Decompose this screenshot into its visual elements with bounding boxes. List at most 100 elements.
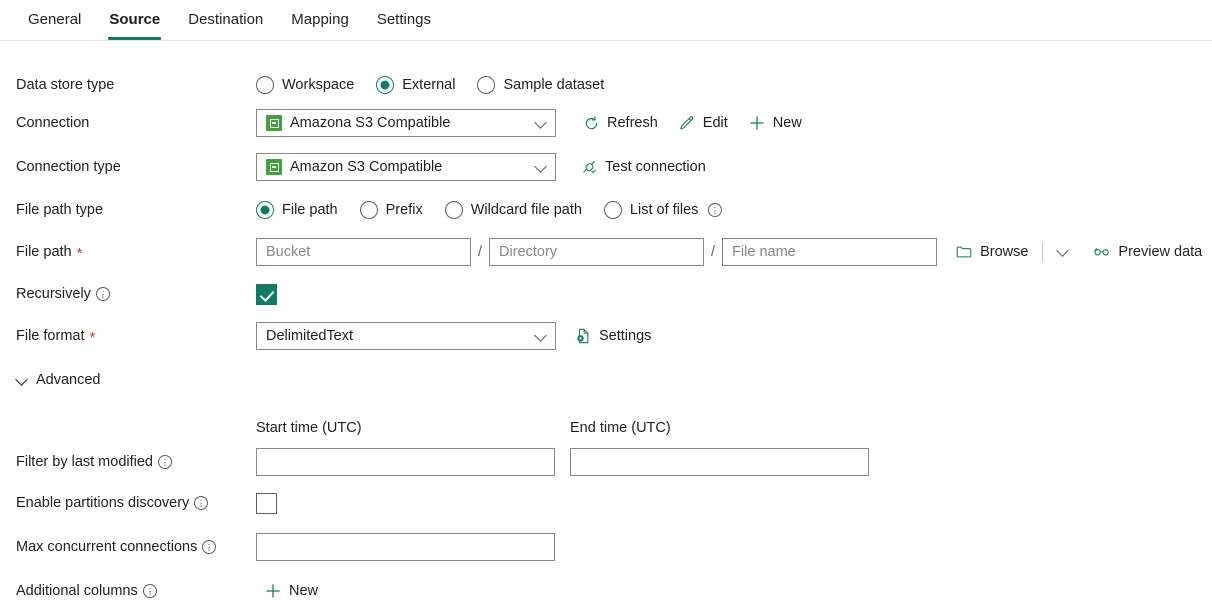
tab-settings[interactable]: Settings — [363, 0, 445, 40]
row-connection: Connection Amazona S3 Compatible Refresh — [0, 101, 1212, 145]
info-icon[interactable] — [708, 203, 722, 217]
radio-file-path-label: File path — [282, 202, 338, 218]
row-file-path: File path * / / Browse — [0, 231, 1212, 273]
radio-workspace[interactable]: Workspace — [256, 76, 354, 94]
pencil-icon — [678, 114, 696, 132]
radio-list-of-files[interactable]: List of files — [604, 201, 723, 219]
advanced-section-toggle[interactable]: Advanced — [0, 365, 1212, 395]
file-path-label: File path * — [0, 242, 256, 262]
file-format-settings-label: Settings — [599, 328, 651, 344]
row-max-concurrent-connections: Max concurrent connections — [0, 525, 1212, 569]
connection-type-label-text: Connection type — [16, 157, 121, 177]
tab-general[interactable]: General — [14, 0, 95, 40]
row-additional-columns: Additional columns New — [0, 569, 1212, 611]
start-time-input[interactable] — [256, 448, 555, 476]
radio-circle-selected-icon — [376, 76, 394, 94]
info-icon[interactable] — [194, 496, 208, 510]
new-connection-label: New — [773, 115, 802, 131]
chevron-down-icon — [535, 161, 547, 173]
connection-type-select[interactable]: Amazon S3 Compatible — [256, 153, 556, 181]
info-icon[interactable] — [202, 540, 216, 554]
max-concurrent-connections-label-text: Max concurrent connections — [16, 537, 197, 557]
directory-input[interactable] — [489, 238, 704, 266]
advanced-label: Advanced — [36, 372, 101, 388]
edit-button[interactable]: Edit — [678, 114, 728, 132]
radio-circle-icon — [256, 76, 274, 94]
radio-wildcard-file-path[interactable]: Wildcard file path — [445, 201, 582, 219]
radio-circle-icon — [604, 201, 622, 219]
add-additional-column-label: New — [289, 583, 318, 599]
file-format-label-text: File format — [16, 326, 85, 346]
row-data-store-type: Data store type Workspace External Sampl… — [0, 69, 1212, 101]
enable-partitions-discovery-checkbox[interactable] — [256, 493, 277, 514]
folder-icon — [955, 243, 973, 261]
row-filter-by-last-modified: Filter by last modified — [0, 443, 1212, 481]
radio-external-label: External — [402, 77, 455, 93]
file-format-select[interactable]: DelimitedText — [256, 322, 556, 350]
tab-source[interactable]: Source — [95, 0, 174, 40]
file-format-label: File format * — [0, 326, 256, 346]
path-separator: / — [471, 244, 489, 260]
new-connection-button[interactable]: New — [748, 114, 802, 132]
file-path-control: / / Browse — [256, 238, 1202, 266]
chevron-down-icon — [16, 374, 28, 386]
connection-type-actions: Test connection — [580, 158, 706, 176]
radio-circle-icon — [477, 76, 495, 94]
radio-sample-dataset[interactable]: Sample dataset — [477, 76, 604, 94]
info-icon[interactable] — [143, 584, 157, 598]
test-connection-button[interactable]: Test connection — [580, 158, 706, 176]
info-icon[interactable] — [158, 455, 172, 469]
chevron-down-icon — [535, 330, 547, 342]
browse-button[interactable]: Browse — [955, 243, 1028, 261]
required-marker: * — [77, 249, 83, 259]
preview-data-button[interactable]: Preview data — [1093, 243, 1202, 261]
required-marker: * — [90, 333, 96, 343]
enable-partitions-discovery-label: Enable partitions discovery — [0, 493, 256, 513]
add-additional-column-button[interactable]: New — [264, 582, 318, 600]
row-enable-partitions-discovery: Enable partitions discovery — [0, 481, 1212, 525]
file-name-input[interactable] — [722, 238, 937, 266]
max-concurrent-connections-input[interactable] — [256, 533, 555, 561]
radio-circle-icon — [445, 201, 463, 219]
row-connection-type: Connection type Amazon S3 Compatible — [0, 145, 1212, 189]
refresh-icon — [582, 114, 600, 132]
connection-label: Connection — [0, 113, 256, 133]
row-file-path-type: File path type File path Prefix Wildcard… — [0, 189, 1212, 231]
amazon-s3-icon — [266, 115, 282, 131]
radio-prefix[interactable]: Prefix — [360, 201, 423, 219]
file-path-actions: Browse Preview data — [955, 242, 1202, 262]
max-concurrent-connections-label: Max concurrent connections — [0, 537, 256, 557]
recursively-control — [256, 284, 277, 305]
browse-chevron-down-icon[interactable] — [1057, 245, 1069, 259]
connection-actions: Refresh Edit — [582, 114, 802, 132]
tab-destination[interactable]: Destination — [174, 0, 277, 40]
radio-circle-icon — [360, 201, 378, 219]
bucket-input[interactable] — [256, 238, 471, 266]
recursively-label-text: Recursively — [16, 284, 91, 304]
additional-columns-label: Additional columns — [0, 581, 256, 601]
recursively-label: Recursively — [0, 284, 256, 304]
connection-type-label: Connection type — [0, 157, 256, 177]
file-format-select-value: DelimitedText — [266, 328, 535, 344]
file-format-settings-button[interactable]: Settings — [574, 327, 651, 345]
radio-circle-selected-icon — [256, 201, 274, 219]
chevron-down-icon — [535, 117, 547, 129]
end-time-input[interactable] — [570, 448, 869, 476]
radio-file-path[interactable]: File path — [256, 201, 338, 219]
recursively-checkbox[interactable] — [256, 284, 277, 305]
tab-mapping[interactable]: Mapping — [277, 0, 363, 40]
refresh-button[interactable]: Refresh — [582, 114, 658, 132]
file-format-control: DelimitedText Settings — [256, 322, 651, 350]
radio-external[interactable]: External — [376, 76, 455, 94]
connection-select[interactable]: Amazona S3 Compatible — [256, 109, 556, 137]
time-headers: Start time (UTC) End time (UTC) — [256, 420, 671, 436]
max-concurrent-connections-control — [256, 533, 555, 561]
refresh-label: Refresh — [607, 115, 658, 131]
info-icon[interactable] — [96, 287, 110, 301]
row-file-format: File format * DelimitedText — [0, 315, 1212, 357]
file-path-type-label: File path type — [0, 200, 256, 220]
additional-columns-label-text: Additional columns — [16, 581, 138, 601]
plug-icon — [580, 158, 598, 176]
connection-type-select-value: Amazon S3 Compatible — [290, 159, 535, 175]
action-divider — [1042, 242, 1043, 262]
